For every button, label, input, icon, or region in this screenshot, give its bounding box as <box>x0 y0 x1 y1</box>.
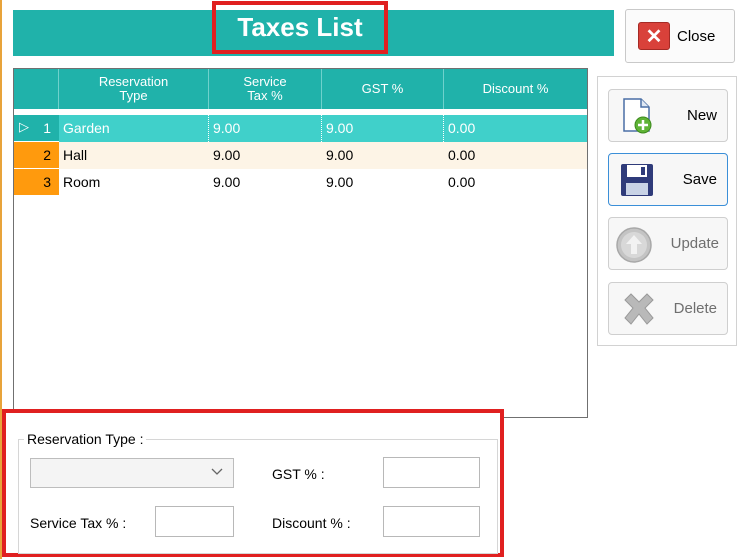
update-label: Update <box>670 235 719 252</box>
chevron-down-icon <box>211 464 223 481</box>
cell-reservation-type[interactable]: Hall <box>59 142 209 169</box>
cell-service-tax[interactable]: 9.00 <box>209 115 322 142</box>
cell-gst[interactable]: 9.00 <box>322 115 444 142</box>
row-header[interactable]: 3 <box>14 169 59 196</box>
page-title: Taxes List <box>212 1 388 54</box>
column-header-gst[interactable]: GST % <box>322 69 444 109</box>
row-number: 3 <box>43 174 51 190</box>
current-row-icon: ▷ <box>19 119 29 134</box>
delete-button[interactable]: Delete <box>608 282 728 335</box>
column-header-service-tax[interactable]: Service Tax % <box>209 69 322 109</box>
delete-x-icon <box>621 292 657 331</box>
discount-input[interactable] <box>383 506 480 537</box>
row-header[interactable]: ▷ 1 <box>14 115 59 142</box>
close-icon: ✕ <box>638 22 670 50</box>
cell-discount[interactable]: 0.00 <box>444 115 587 142</box>
discount-label: Discount % : <box>272 515 351 531</box>
close-label: Close <box>677 27 716 45</box>
grid-header: Reservation Type Service Tax % GST % Dis… <box>14 69 587 109</box>
cell-service-tax[interactable]: 9.00 <box>209 169 322 196</box>
new-document-icon <box>621 98 655 137</box>
row-header[interactable]: 2 <box>14 142 59 169</box>
delete-label: Delete <box>673 300 717 317</box>
row-number: 1 <box>43 120 51 136</box>
update-arrow-icon <box>615 226 653 267</box>
cell-service-tax[interactable]: 9.00 <box>209 142 322 169</box>
new-button[interactable]: New <box>608 89 728 142</box>
new-label: New <box>686 107 717 124</box>
action-panel: New Save Update Delete <box>597 76 737 346</box>
gst-label: GST % : <box>272 466 325 482</box>
reservation-type-select[interactable] <box>30 458 234 488</box>
table-row[interactable]: 3 Room 9.00 9.00 0.00 <box>14 169 587 196</box>
row-number: 2 <box>43 147 51 163</box>
service-tax-label: Service Tax % : <box>30 515 127 531</box>
save-button[interactable]: Save <box>608 153 728 206</box>
floppy-disk-icon <box>619 162 655 201</box>
gst-input[interactable] <box>383 457 480 488</box>
update-button[interactable]: Update <box>608 217 728 270</box>
table-row[interactable]: 2 Hall 9.00 9.00 0.00 <box>14 142 587 169</box>
cell-discount[interactable]: 0.00 <box>444 169 587 196</box>
cell-discount[interactable]: 0.00 <box>444 142 587 169</box>
cell-gst[interactable]: 9.00 <box>322 142 444 169</box>
taxes-grid[interactable]: Reservation Type Service Tax % GST % Dis… <box>13 68 588 418</box>
cell-reservation-type[interactable]: Room <box>59 169 209 196</box>
cell-reservation-type[interactable]: Garden <box>59 115 209 142</box>
close-button[interactable]: ✕ Close <box>625 9 735 63</box>
service-tax-input[interactable] <box>155 506 234 537</box>
cell-gst[interactable]: 9.00 <box>322 169 444 196</box>
column-header-reservation-type[interactable]: Reservation Type <box>59 69 209 109</box>
save-label: Save <box>682 171 717 188</box>
row-header-corner <box>14 69 59 109</box>
group-label: Reservation Type : <box>24 431 147 447</box>
column-header-discount[interactable]: Discount % <box>444 69 587 109</box>
table-row[interactable]: ▷ 1 Garden 9.00 9.00 0.00 <box>14 115 587 142</box>
